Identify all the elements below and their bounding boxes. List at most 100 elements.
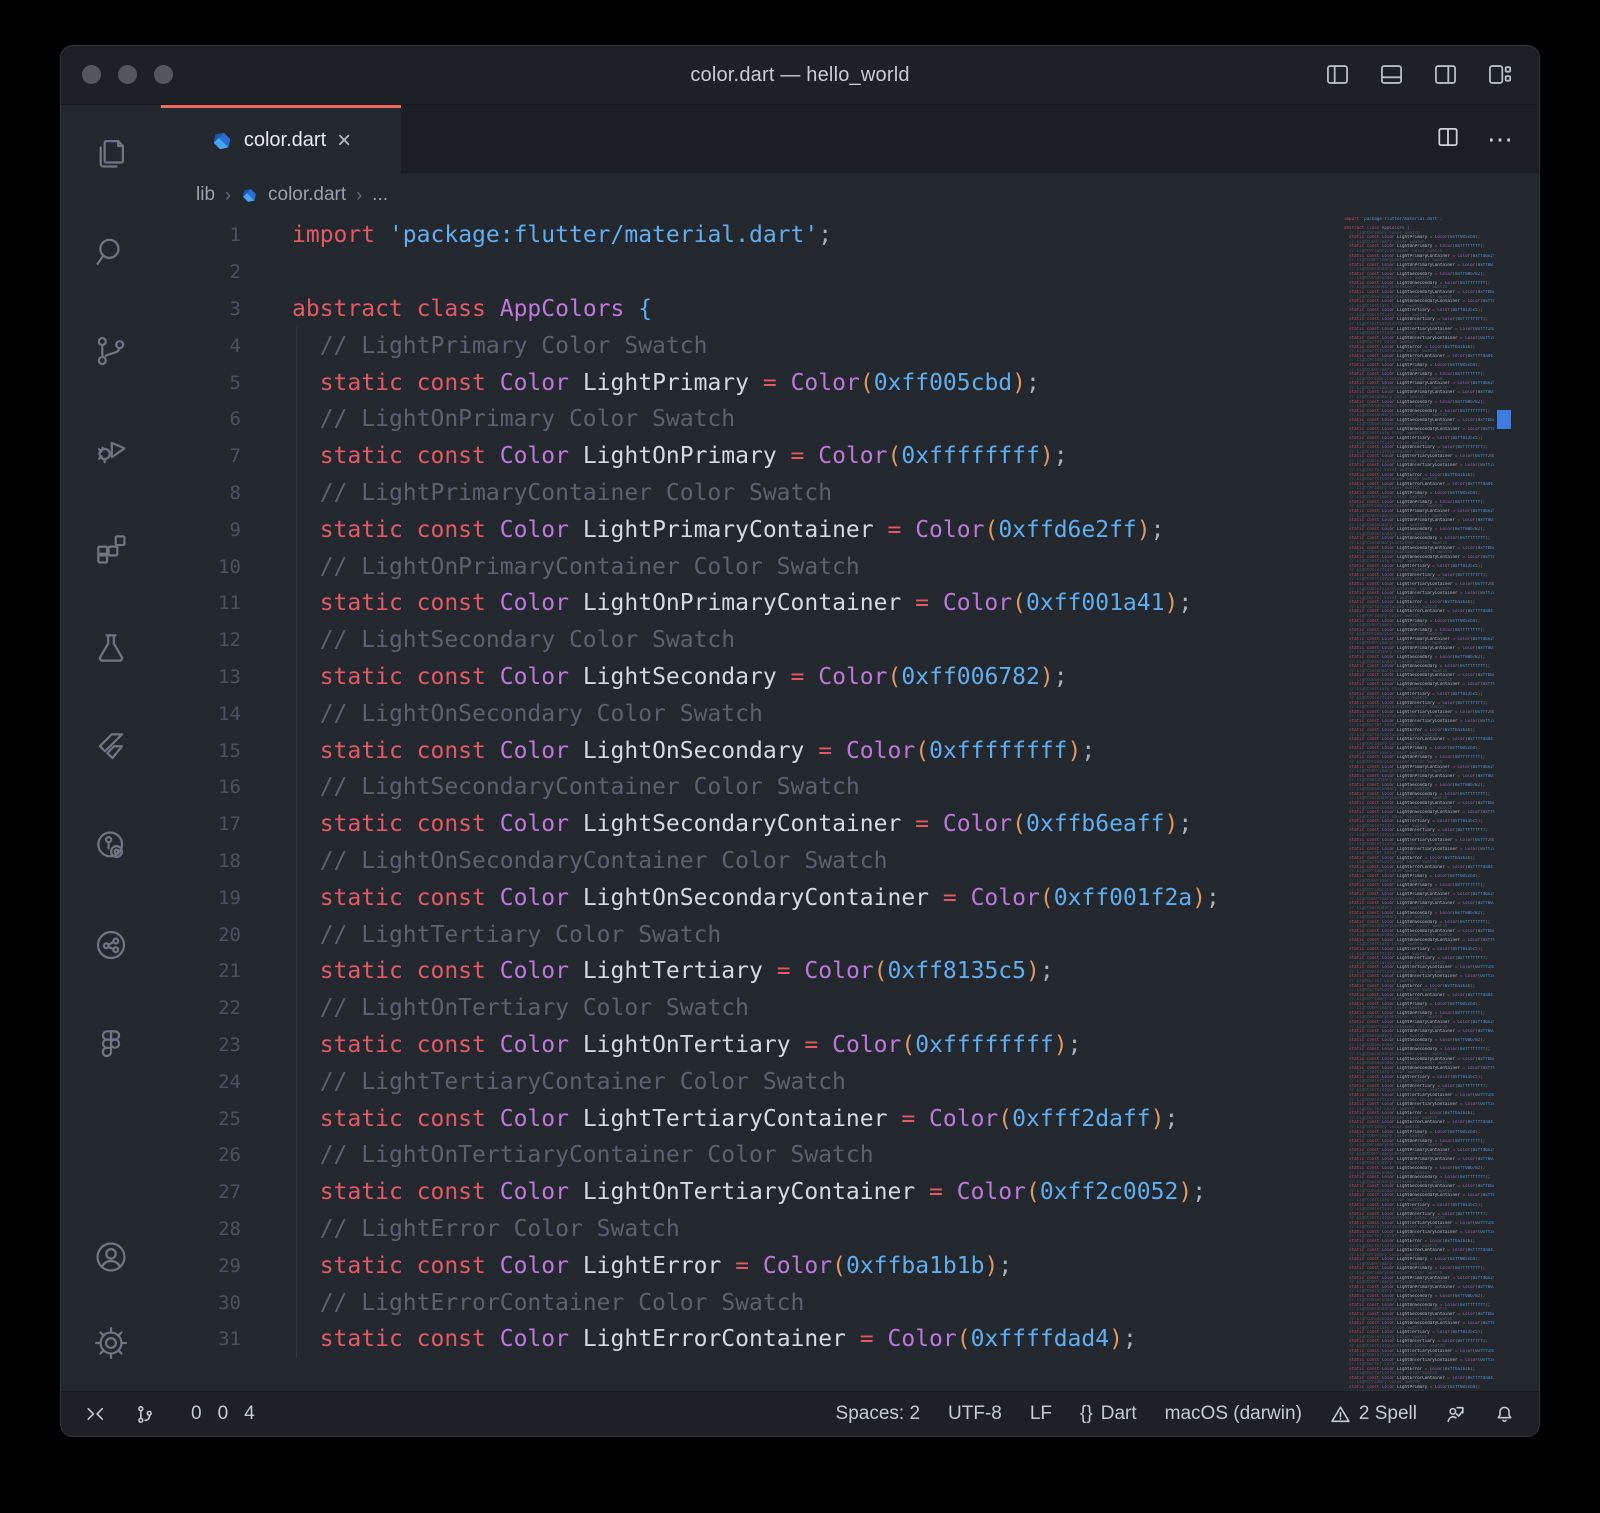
code-line[interactable]: 8 // LightPrimaryContainer Color Swatch: [161, 475, 1539, 512]
code-line[interactable]: 4 // LightPrimary Color Swatch: [161, 327, 1539, 364]
code-line[interactable]: 30 // LightErrorContainer Color Swatch: [161, 1284, 1539, 1321]
code-line[interactable]: 6 // LightOnPrimary Color Swatch: [161, 401, 1539, 438]
code-line[interactable]: 29 static const Color LightError = Color…: [161, 1247, 1539, 1284]
breadcrumb: lib › color.dart › ...: [161, 173, 1539, 217]
code-line[interactable]: 12 // LightSecondary Color Swatch: [161, 622, 1539, 659]
toggle-secondary-sidebar-icon[interactable]: [1432, 61, 1459, 93]
extensions-icon[interactable]: [91, 529, 131, 569]
tab-label: color.dart: [244, 129, 326, 152]
spell-checker-status[interactable]: 2 Spell: [1330, 1403, 1417, 1425]
code-line[interactable]: 20 // LightTertiary Color Swatch: [161, 916, 1539, 953]
breadcrumb-file[interactable]: color.dart: [268, 184, 346, 206]
account-icon[interactable]: [91, 1237, 131, 1277]
code-line[interactable]: 2: [161, 254, 1539, 291]
window-controls: [82, 65, 173, 84]
line-number: 19: [161, 887, 292, 909]
code-line[interactable]: 19 static const Color LightOnSecondaryCo…: [161, 879, 1539, 916]
search-icon[interactable]: [91, 232, 131, 272]
minimize-window-button[interactable]: [118, 65, 137, 84]
os-target-status[interactable]: macOS (darwin): [1165, 1403, 1302, 1425]
code-line[interactable]: 9 static const Color LightPrimaryContain…: [161, 511, 1539, 548]
code-line[interactable]: 1import 'package:flutter/material.dart';: [161, 217, 1539, 254]
line-number: 12: [161, 629, 292, 651]
more-actions-icon[interactable]: ⋯: [1487, 126, 1513, 152]
gitlens-icon[interactable]: [91, 826, 131, 866]
line-number: 3: [161, 298, 292, 320]
status-bar: 0 0 4 Spaces: 2 UTF-8 LF {} Dart macOS (…: [61, 1391, 1539, 1436]
code-line[interactable]: 11 static const Color LightOnPrimaryCont…: [161, 585, 1539, 622]
code-editor[interactable]: 1import 'package:flutter/material.dart';…: [161, 217, 1539, 1391]
line-number: 1: [161, 224, 292, 246]
line-number: 24: [161, 1071, 292, 1093]
problems-indicator[interactable]: 0 0 4: [183, 1403, 255, 1425]
flutter-icon[interactable]: [91, 727, 131, 767]
close-tab-icon[interactable]: ×: [337, 129, 351, 153]
code-line[interactable]: 27 static const Color LightOnTertiaryCon…: [161, 1174, 1539, 1211]
zoom-window-button[interactable]: [154, 65, 173, 84]
line-number: 13: [161, 666, 292, 688]
code-line[interactable]: 7 static const Color LightOnPrimary = Co…: [161, 438, 1539, 475]
code-line[interactable]: 25 static const Color LightTertiaryConta…: [161, 1100, 1539, 1137]
code-line[interactable]: 10 // LightOnPrimaryContainer Color Swat…: [161, 548, 1539, 585]
line-number: 22: [161, 997, 292, 1019]
spell-label: 2 Spell: [1359, 1403, 1417, 1425]
run-debug-icon[interactable]: [91, 430, 131, 470]
notifications-bell-icon[interactable]: [1494, 1404, 1515, 1425]
source-control-icon[interactable]: [91, 331, 131, 371]
line-number: 26: [161, 1144, 292, 1166]
language-status[interactable]: {} Dart: [1080, 1403, 1137, 1425]
line-number: 16: [161, 776, 292, 798]
code-line[interactable]: 14 // LightOnSecondary Color Swatch: [161, 695, 1539, 732]
explorer-icon[interactable]: [91, 133, 131, 173]
line-number: 4: [161, 335, 292, 357]
eol-status[interactable]: LF: [1030, 1403, 1052, 1425]
line-number: 28: [161, 1218, 292, 1240]
split-editor-icon[interactable]: [1435, 124, 1461, 155]
testing-icon[interactable]: [91, 628, 131, 668]
info-count: 4: [244, 1403, 255, 1425]
line-number: 7: [161, 445, 292, 467]
line-number: 11: [161, 592, 292, 614]
warning-icon: [1330, 1404, 1351, 1425]
code-line[interactable]: 23 static const Color LightOnTertiary = …: [161, 1027, 1539, 1064]
tab-bar: color.dart × ⋯: [161, 105, 1539, 173]
indentation-status[interactable]: Spaces: 2: [836, 1403, 921, 1425]
code-line[interactable]: 24 // LightTertiaryContainer Color Swatc…: [161, 1063, 1539, 1100]
line-number: 15: [161, 740, 292, 762]
breadcrumb-folder[interactable]: lib: [196, 184, 215, 206]
language-label: Dart: [1101, 1403, 1137, 1425]
line-number: 31: [161, 1328, 292, 1350]
code-line[interactable]: 16 // LightSecondaryContainer Color Swat…: [161, 769, 1539, 806]
code-line[interactable]: 15 static const Color LightOnSecondary =…: [161, 732, 1539, 769]
code-line[interactable]: 28 // LightError Color Swatch: [161, 1211, 1539, 1248]
code-line[interactable]: 13 static const Color LightSecondary = C…: [161, 659, 1539, 696]
close-window-button[interactable]: [82, 65, 101, 84]
breadcrumb-symbol[interactable]: ...: [372, 184, 388, 206]
toggle-primary-sidebar-icon[interactable]: [1324, 61, 1351, 93]
code-line[interactable]: 31 static const Color LightErrorContaine…: [161, 1321, 1539, 1358]
tab-color-dart[interactable]: color.dart ×: [161, 105, 401, 173]
line-number: 5: [161, 372, 292, 394]
error-count: 0: [191, 1403, 202, 1425]
minimap[interactable]: import 'package:flutter/material.dart';a…: [1344, 217, 1494, 1391]
customize-layout-icon[interactable]: [1486, 61, 1513, 93]
code-line[interactable]: 22 // LightOnTertiary Color Swatch: [161, 990, 1539, 1027]
settings-gear-icon[interactable]: [91, 1323, 131, 1363]
code-line[interactable]: 5 static const Color LightPrimary = Colo…: [161, 364, 1539, 401]
feedback-icon[interactable]: [1445, 1404, 1466, 1425]
toggle-panel-icon[interactable]: [1378, 61, 1405, 93]
code-line[interactable]: 3abstract class AppColors {: [161, 291, 1539, 328]
chevron-right-icon: ›: [356, 185, 362, 206]
code-line[interactable]: 26 // LightOnTertiaryContainer Color Swa…: [161, 1137, 1539, 1174]
code-line[interactable]: 21 static const Color LightTertiary = Co…: [161, 953, 1539, 990]
source-control-status-icon[interactable]: [134, 1404, 155, 1425]
code-line[interactable]: 18 // LightOnSecondaryContainer Color Sw…: [161, 843, 1539, 880]
line-number: 2: [161, 261, 292, 283]
project-graph-icon[interactable]: [91, 925, 131, 965]
remote-indicator-icon[interactable]: [85, 1404, 106, 1425]
figma-icon[interactable]: [91, 1024, 131, 1064]
encoding-status[interactable]: UTF-8: [948, 1403, 1002, 1425]
chevron-right-icon: ›: [225, 185, 231, 206]
warning-count: 0: [218, 1403, 229, 1425]
code-line[interactable]: 17 static const Color LightSecondaryCont…: [161, 806, 1539, 843]
